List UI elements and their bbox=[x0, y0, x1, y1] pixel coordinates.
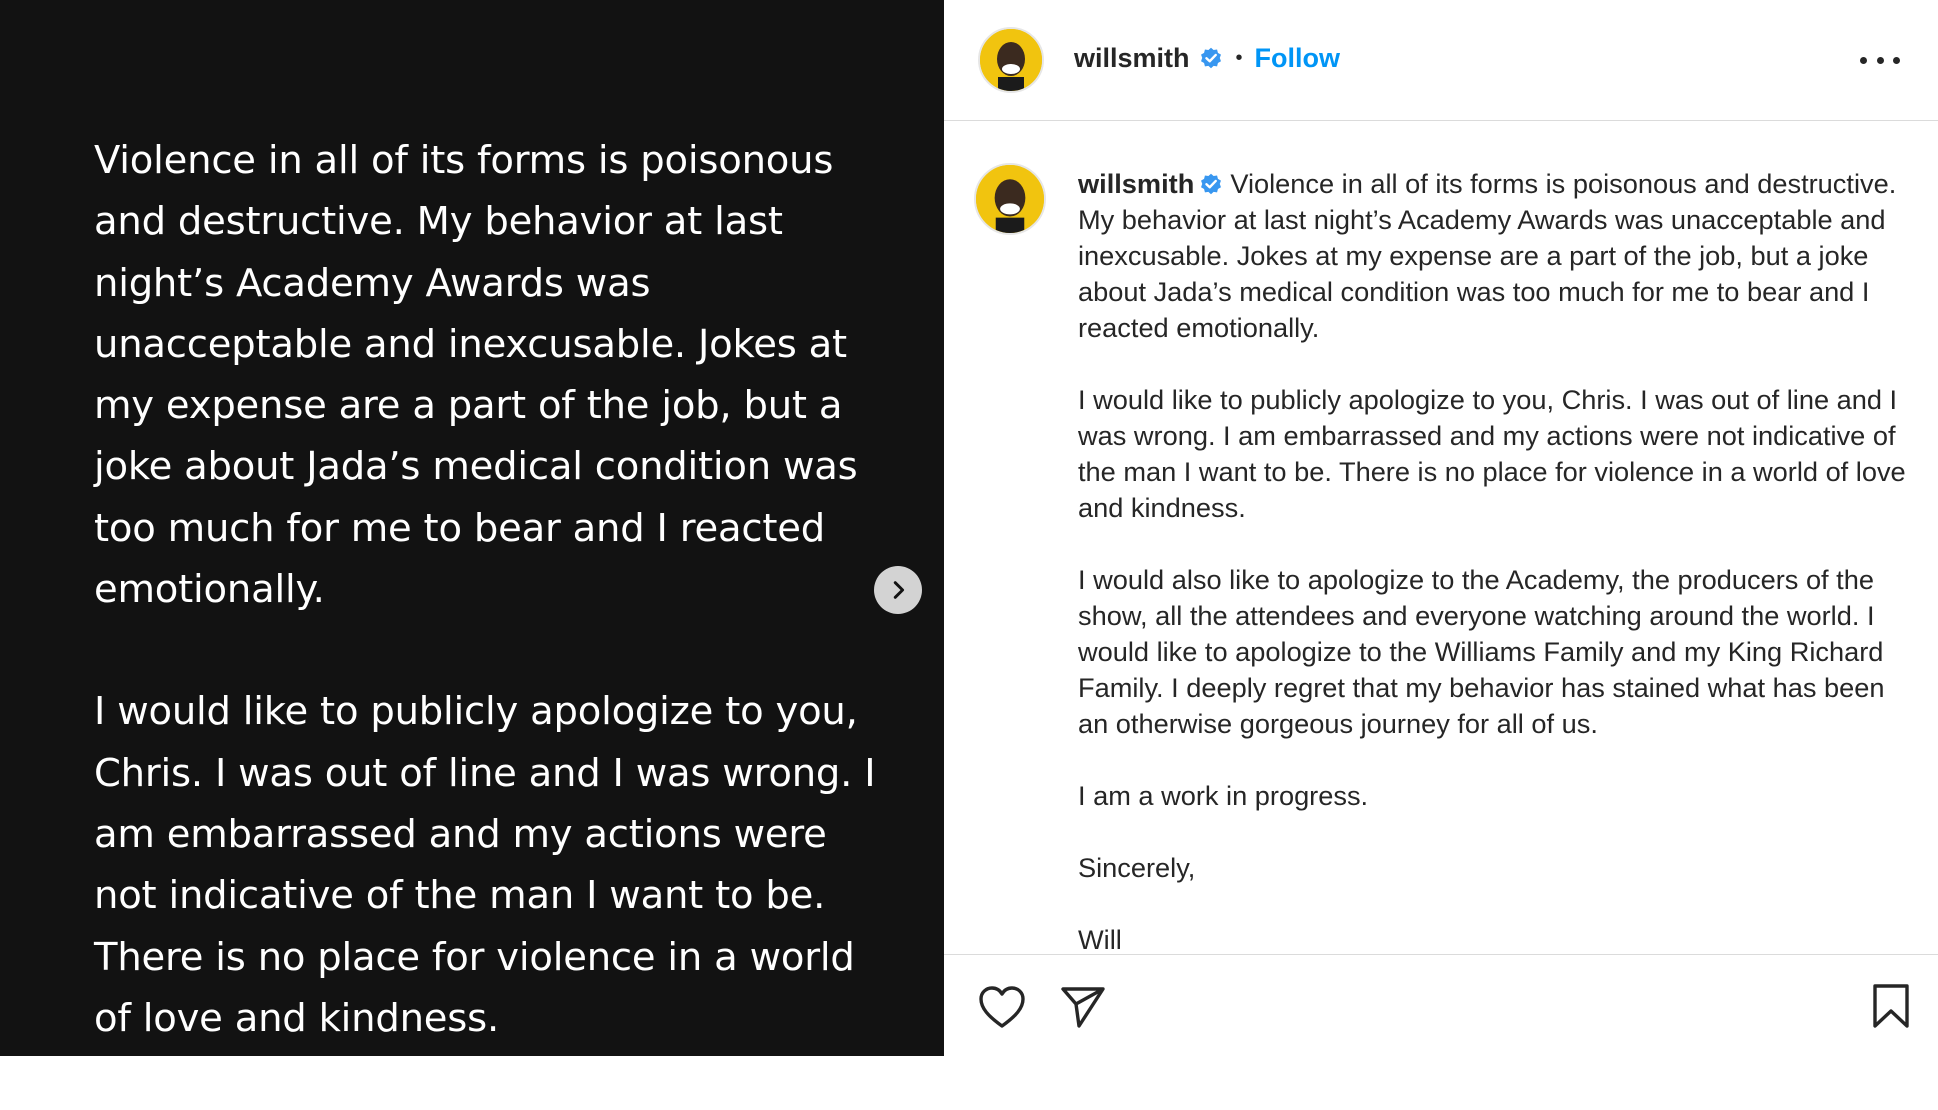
caption-paragraph-1: willsmith Violence in all of its forms i… bbox=[1078, 166, 1918, 346]
post-header: willsmith • Follow bbox=[944, 0, 1938, 121]
caption-area: willsmith Violence in all of its forms i… bbox=[944, 121, 1938, 954]
media-paragraph-1: Violence in all of its forms is poisonou… bbox=[94, 138, 858, 613]
caption-text: willsmith Violence in all of its forms i… bbox=[1078, 166, 1918, 954]
header-user: willsmith • Follow bbox=[1074, 40, 1340, 76]
caption-paragraph-2: I would like to publicly apologize to yo… bbox=[1078, 384, 1906, 523]
heart-icon[interactable] bbox=[978, 985, 1026, 1029]
verified-badge-icon bbox=[1200, 47, 1221, 69]
more-dot bbox=[1876, 56, 1884, 64]
caption-paragraph-6: Will bbox=[1078, 924, 1122, 954]
username-link[interactable]: willsmith bbox=[1074, 43, 1190, 74]
share-icon[interactable] bbox=[1060, 985, 1106, 1029]
media-paragraph-2: I would like to publicly apologize to yo… bbox=[94, 689, 876, 1041]
avatar[interactable] bbox=[978, 27, 1044, 93]
caption-paragraph-5: Sincerely, bbox=[1078, 852, 1196, 883]
verified-badge-icon bbox=[1201, 173, 1222, 195]
follow-button[interactable]: Follow bbox=[1255, 43, 1340, 74]
media-text: Violence in all of its forms is poisonou… bbox=[94, 130, 894, 1110]
avatar-image bbox=[980, 29, 1042, 91]
caption-username-link[interactable]: willsmith bbox=[1078, 168, 1194, 199]
post-media: Violence in all of its forms is poisonou… bbox=[0, 0, 944, 1056]
caption-paragraph-4: I am a work in progress. bbox=[1078, 780, 1369, 811]
caption-paragraph-3: I would also like to apologize to the Ac… bbox=[1078, 564, 1885, 739]
more-options-icon[interactable] bbox=[1860, 44, 1900, 76]
separator-dot: • bbox=[1235, 46, 1243, 69]
avatar-image bbox=[976, 165, 1044, 233]
next-slide-button[interactable] bbox=[874, 566, 922, 614]
more-dot bbox=[1860, 56, 1867, 64]
bookmark-icon[interactable] bbox=[1872, 983, 1910, 1029]
post-sidebar: willsmith • Follow willsmith Violence in… bbox=[944, 0, 1938, 1056]
caption-avatar[interactable] bbox=[974, 163, 1046, 235]
action-bar bbox=[944, 954, 1938, 1057]
chevron-right-icon bbox=[893, 581, 905, 599]
more-dot bbox=[1893, 56, 1900, 64]
